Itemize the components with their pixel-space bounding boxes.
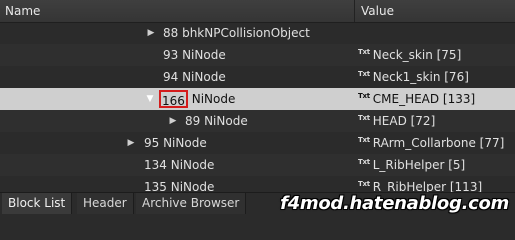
row-name: 94 NiNode (163, 70, 226, 84)
text-type-icon: Txt (358, 92, 370, 100)
row-value: Txt L_RibHelper [5] (356, 154, 465, 176)
row-name: 93 NiNode (163, 48, 226, 62)
tab-block-list[interactable]: Block List (2, 193, 73, 214)
row-name-type: NiNode (191, 92, 236, 106)
row-value: Txt HEAD [72] (356, 110, 435, 132)
tree-row[interactable]: 135 NiNode Txt R_RibHelper [113] (0, 176, 515, 193)
text-type-icon: Txt (358, 114, 370, 122)
row-value: Txt RArm_Collarbone [77] (356, 132, 504, 154)
expand-arrow-icon[interactable]: ▶ (126, 132, 136, 154)
row-value: Txt Neck_skin [75] (356, 44, 461, 66)
block-tree: ▶ 88 bhkNPCollisionObject 93 NiNode Txt N… (0, 22, 515, 193)
text-type-icon: Txt (358, 136, 370, 144)
row-name: 95 NiNode (144, 136, 207, 150)
expand-arrow-icon[interactable]: ▶ (146, 22, 156, 44)
row-name: 89 NiNode (185, 114, 248, 128)
expand-arrow-icon[interactable]: ▶ (168, 110, 178, 132)
row-value: Txt CME_HEAD [133] (356, 88, 475, 110)
tab-header[interactable]: Header (77, 193, 134, 214)
highlighted-block-id: 166 (159, 90, 188, 108)
tree-row[interactable]: 93 NiNode Txt Neck_skin [75] (0, 44, 515, 66)
value-column-header[interactable]: Value (356, 0, 515, 22)
row-name: 88 bhkNPCollisionObject (163, 26, 310, 40)
row-value: Txt Neck1_skin [76] (356, 66, 469, 88)
row-value-text: RArm_Collarbone [77] (372, 136, 505, 150)
text-type-icon: Txt (358, 48, 370, 56)
row-value-text: CME_HEAD [133] (372, 92, 476, 106)
row-value-text: Neck1_skin [76] (372, 70, 469, 84)
row-value-text: Neck_skin [75] (372, 48, 462, 62)
tab-archive-browser[interactable]: Archive Browser (136, 193, 247, 214)
tree-row[interactable]: ▶ 88 bhkNPCollisionObject (0, 22, 515, 44)
row-name: 135 NiNode (144, 180, 215, 193)
tree-row[interactable]: 134 NiNode Txt L_RibHelper [5] (0, 154, 515, 176)
block-list-window: Name Value ▶ 88 bhkNPCollisionObject 93 … (0, 0, 515, 215)
row-value-text: HEAD [72] (372, 114, 436, 128)
row-value: Txt R_RibHelper [113] (356, 176, 482, 193)
text-type-icon: Txt (358, 70, 370, 78)
tree-row[interactable]: ▶ 95 NiNode Txt RArm_Collarbone [77] (0, 132, 515, 154)
text-type-icon: Txt (358, 158, 370, 166)
collapse-arrow-icon[interactable]: ▼ (145, 88, 155, 110)
row-value-text: L_RibHelper [5] (372, 158, 466, 172)
row-name: 166 NiNode (159, 88, 235, 110)
tree-row-selected[interactable]: ▼ 166 NiNode Txt CME_HEAD [133] (0, 88, 515, 110)
row-name: 134 NiNode (144, 158, 215, 172)
name-column-header[interactable]: Name (0, 0, 355, 22)
tree-row[interactable]: 94 NiNode Txt Neck1_skin [76] (0, 66, 515, 88)
watermark-text: f4mod.hatenablog.com (280, 193, 509, 214)
text-type-icon: Txt (358, 180, 370, 188)
tree-row[interactable]: ▶ 89 NiNode Txt HEAD [72] (0, 110, 515, 132)
column-header: Name Value (0, 0, 515, 23)
